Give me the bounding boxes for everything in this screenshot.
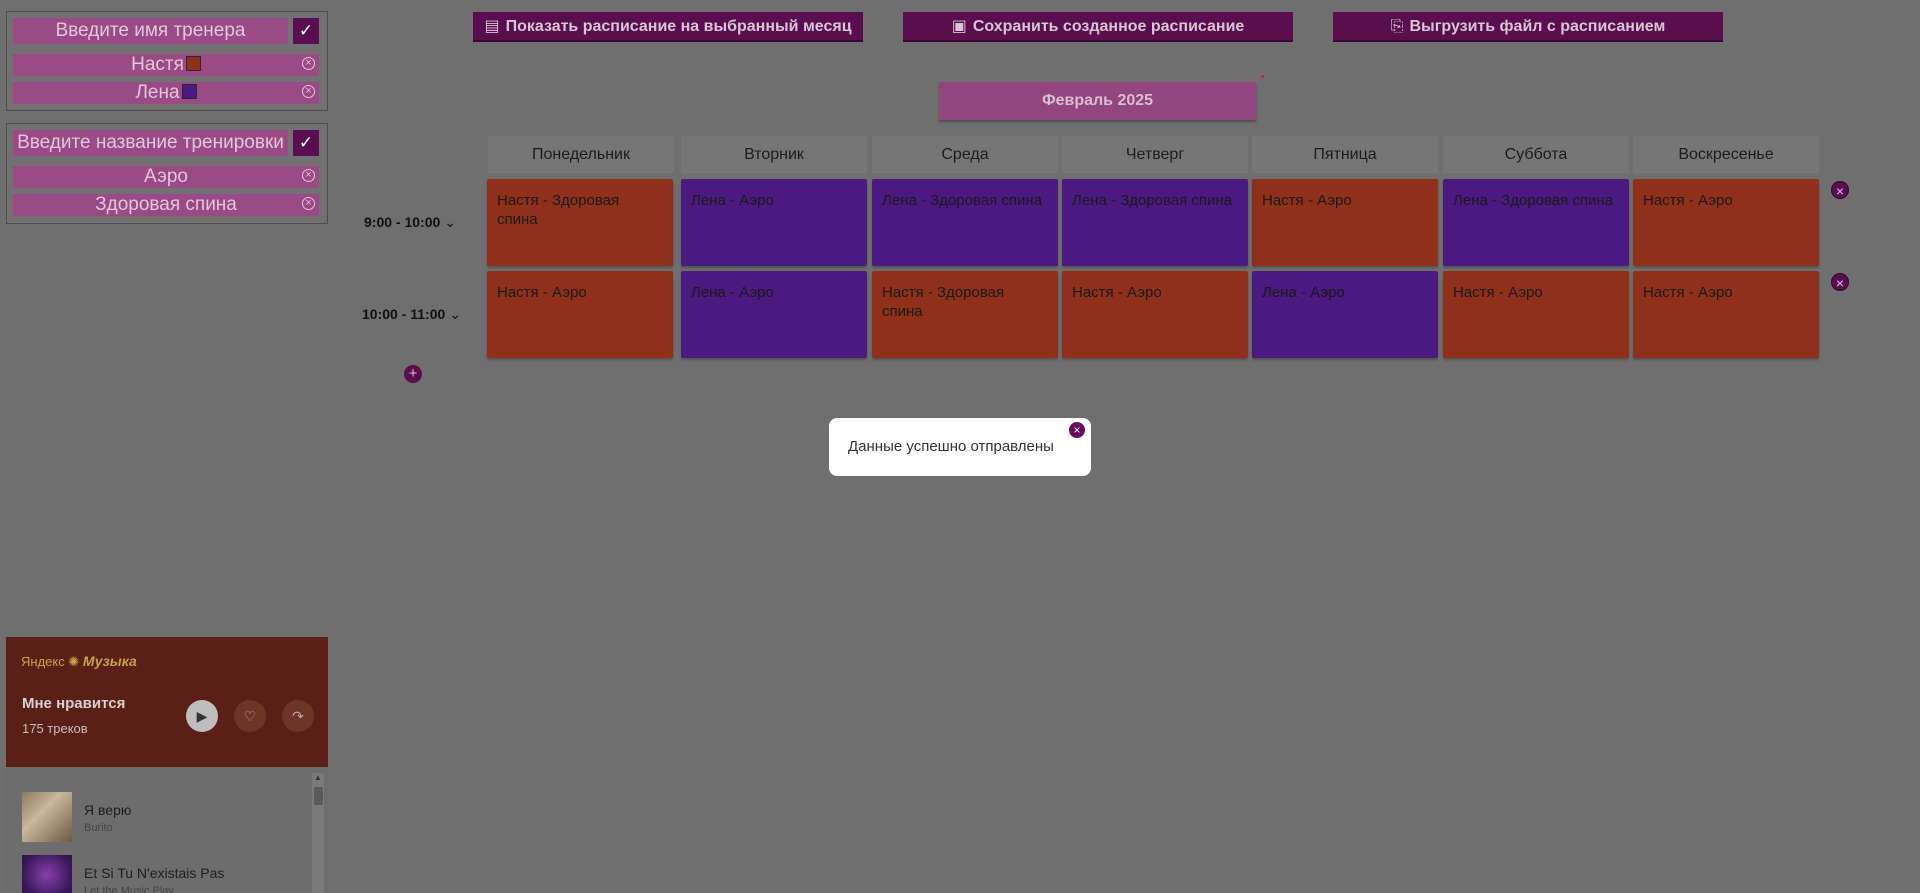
brand-prefix: Яндекс <box>21 654 65 669</box>
scroll-thumb[interactable] <box>314 787 323 805</box>
save-schedule-label: Сохранить созданное расписание <box>972 18 1245 35</box>
trainers-panel: Введите имя тренера ✓ Настя × Лена × <box>6 11 328 111</box>
trainer-tag[interactable]: Лена × <box>13 82 319 104</box>
month-selector[interactable]: Февраль 2025 <box>939 82 1256 120</box>
trainer-input-row: Введите имя тренера ✓ <box>13 18 319 44</box>
save-icon: ▣ <box>951 18 967 35</box>
remove-icon[interactable]: × <box>302 169 315 182</box>
trainings-panel: Введите название тренировки ✓ Аэро × Здо… <box>6 123 328 224</box>
trainer-tag-label: Настя <box>131 54 184 75</box>
music-header: Яндекс ✺ Музыка Мне нравится 175 треков … <box>6 637 328 767</box>
track-item[interactable]: Я верю Burito <box>22 792 302 842</box>
track-title: Et Si Tu N'existais Pas <box>84 865 225 881</box>
day-header: Четверг <box>1062 136 1248 173</box>
schedule-cell[interactable]: Лена - Здоровая спина <box>1062 179 1248 266</box>
calendar-icon: ▤ <box>484 18 500 35</box>
add-training-button[interactable]: ✓ <box>293 130 319 156</box>
playlist-title[interactable]: Мне нравится <box>22 695 125 712</box>
schedule-cell[interactable]: Настя - Аэро <box>487 271 673 358</box>
share-button[interactable]: ↷ <box>282 700 314 732</box>
close-toast-button[interactable]: × <box>1069 422 1085 438</box>
sun-icon: ✺ <box>68 654 80 669</box>
show-schedule-label: Показать расписание на выбранный месяц <box>505 18 852 35</box>
training-tag-label: Аэро <box>144 166 188 187</box>
schedule-cell[interactable]: Настя - Аэро <box>1633 179 1819 266</box>
add-row-button[interactable]: + <box>404 365 422 383</box>
time-slot-selector[interactable]: 10:00 - 11:00 ⌄ <box>362 306 472 323</box>
chevron-down-icon: ⌄ <box>444 214 457 230</box>
schedule-cell[interactable]: Настя - Аэро <box>1062 271 1248 358</box>
day-header: Понедельник <box>488 136 674 173</box>
track-cover <box>22 855 72 893</box>
export-icon: ⎘ <box>1390 18 1404 35</box>
scroll-up-icon[interactable]: ▲ <box>314 773 322 782</box>
day-header: Среда <box>872 136 1058 173</box>
day-header: Суббота <box>1443 136 1629 173</box>
schedule-cell[interactable]: Лена - Аэро <box>1252 271 1438 358</box>
music-widget: Яндекс ✺ Музыка Мне нравится 175 треков … <box>6 637 328 893</box>
like-button[interactable]: ♡ <box>234 700 266 732</box>
training-tag[interactable]: Здоровая спина × <box>13 194 319 216</box>
play-button[interactable]: ▶ <box>186 700 218 732</box>
training-tag-label: Здоровая спина <box>95 194 237 215</box>
export-file-label: Выгрузить файл с расписанием <box>1409 18 1666 35</box>
remove-icon[interactable]: × <box>302 57 315 70</box>
delete-row-button[interactable]: × <box>1831 181 1849 199</box>
trainer-tag-label: Лена <box>135 82 180 103</box>
training-input-row: Введите название тренировки ✓ <box>13 130 319 156</box>
time-slot-label: 10:00 - 11:00 <box>362 306 446 322</box>
add-trainer-button[interactable]: ✓ <box>293 18 319 44</box>
day-header: Воскресенье <box>1633 136 1819 173</box>
playlist-scrollbar[interactable]: ▲ <box>312 773 324 893</box>
schedule-cell[interactable]: Настя - Аэро <box>1252 179 1438 266</box>
training-name-input[interactable]: Введите название тренировки <box>13 130 288 156</box>
time-slot-label: 9:00 - 10:00 <box>364 214 441 230</box>
success-toast: Данные успешно отправлены × <box>829 418 1091 476</box>
indicator-dot <box>1261 75 1264 78</box>
schedule-cell[interactable]: Настя - Здоровая спина <box>487 179 673 266</box>
chevron-down-icon: ⌄ <box>449 306 462 322</box>
track-cover <box>22 792 72 842</box>
delete-row-button[interactable]: × <box>1831 273 1849 291</box>
day-header: Пятница <box>1252 136 1438 173</box>
time-slot-selector[interactable]: 9:00 - 10:00 ⌄ <box>364 214 474 231</box>
remove-icon[interactable]: × <box>302 85 315 98</box>
schedule-cell[interactable]: Настя - Здоровая спина <box>872 271 1058 358</box>
schedule-cell[interactable]: Настя - Аэро <box>1443 271 1629 358</box>
track-title: Я верю <box>84 802 132 818</box>
schedule-cell[interactable]: Настя - Аэро <box>1633 271 1819 358</box>
trainer-color-swatch[interactable] <box>185 55 201 71</box>
day-header: Вторник <box>681 136 867 173</box>
trainer-name-input[interactable]: Введите имя тренера <box>13 18 288 44</box>
schedule-cell[interactable]: Лена - Здоровая спина <box>1443 179 1629 266</box>
playlist-count: 175 треков <box>22 721 88 736</box>
show-schedule-button[interactable]: ▤ Показать расписание на выбранный месяц <box>473 12 863 42</box>
remove-icon[interactable]: × <box>302 197 315 210</box>
trainer-tag[interactable]: Настя × <box>13 54 319 76</box>
yandex-music-logo[interactable]: Яндекс ✺ Музыка <box>21 653 137 670</box>
track-artist: Burito <box>84 822 113 834</box>
training-tag[interactable]: Аэро × <box>13 166 319 188</box>
schedule-cell[interactable]: Лена - Здоровая спина <box>872 179 1058 266</box>
schedule-cell[interactable]: Лена - Аэро <box>681 179 867 266</box>
trainer-color-swatch[interactable] <box>181 83 197 99</box>
track-artist: Let the Music Play <box>84 885 174 893</box>
toast-message: Данные успешно отправлены <box>848 438 1054 455</box>
schedule-cell[interactable]: Лена - Аэро <box>681 271 867 358</box>
export-file-button[interactable]: ⎘ Выгрузить файл с расписанием <box>1333 12 1723 42</box>
brand-name: Музыка <box>82 653 137 669</box>
save-schedule-button[interactable]: ▣ Сохранить созданное расписание <box>903 12 1293 42</box>
track-item[interactable]: Et Si Tu N'existais Pas Let the Music Pl… <box>22 855 302 893</box>
